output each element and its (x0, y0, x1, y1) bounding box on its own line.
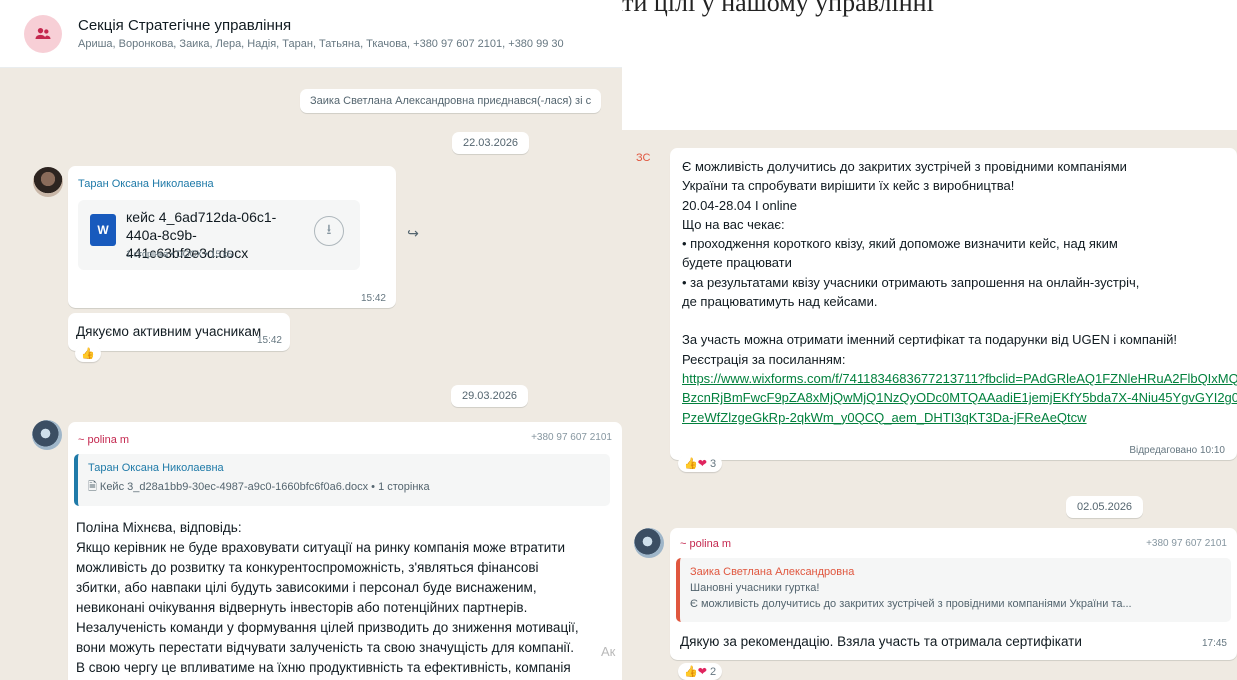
message-time: 15:42 (360, 293, 386, 304)
group-icon (35, 27, 51, 39)
date-separator: 22.03.2026 (452, 132, 530, 154)
quote-author: Заика Светлана Александровна (690, 566, 855, 578)
date-separator: 02.05.2026 (1066, 496, 1144, 518)
chat-members: Ариша, Воронкова, Заика, Лера, Надія, Та… (78, 38, 564, 50)
message-body: Є можливість долучитись до закритих зуст… (682, 157, 1237, 427)
reply-message-bubble: ~ polina m +380 97 607 2101 Заика Светла… (670, 528, 1237, 660)
right-chat-panel: ЗС Є можливість долучитись до закритих з… (622, 130, 1237, 680)
quote-text-line2: Є можливість долучитись до закритих зуст… (690, 598, 1132, 610)
forward-icon[interactable]: ↪ (402, 222, 424, 244)
reaction-badge[interactable]: 👍❤ 2 (678, 663, 723, 680)
quoted-message[interactable]: Таран Оксана Николаевна 🗎 Кейс 3_d28a1bb… (74, 454, 610, 506)
chat-header[interactable]: Секція Стратегічне управління Ариша, Вор… (0, 0, 622, 68)
date-separator: 29.03.2026 (451, 385, 529, 407)
message-text: Дякую за рекомендацію. Взяла участь та о… (680, 634, 1082, 649)
thumbs-up-icon: 👍 (81, 348, 95, 360)
quote-text-line1: Шановні учасники гуртка! (690, 582, 820, 594)
heart-icon: ❤ (697, 666, 707, 678)
heart-icon: ❤ (697, 458, 707, 470)
download-button[interactable]: ⭳ (314, 216, 344, 246)
text-message-bubble: Дякуємо активним учасникам 15:42 (68, 313, 290, 351)
avatar-polina[interactable] (32, 420, 62, 450)
thumbs-up-icon: 👍 (684, 458, 698, 470)
file-meta: 1 сторінка • DOCX • 15 кБ (126, 249, 233, 259)
reaction-badge[interactable]: 👍❤ 3 (678, 455, 723, 472)
reaction-badge[interactable]: 👍 (75, 345, 101, 362)
sender-phone: +380 97 607 2101 (1146, 538, 1227, 549)
quote-author: Таран Оксана Николаевна (88, 462, 224, 474)
message-sender[interactable]: ~ polina m (78, 434, 129, 446)
sender-initials[interactable]: ЗС (636, 152, 650, 164)
reaction-count: 3 (709, 458, 717, 470)
message-text: Дякуємо активним учасникам (76, 324, 262, 339)
registration-link[interactable]: https://www.wixforms.com/f/7411834683677… (682, 369, 1237, 427)
message-body: Поліна Міхнєва, відповідь: Якщо керівник… (76, 520, 579, 675)
chat-title: Секція Стратегічне управління (78, 17, 292, 34)
document-icon: 🗎 (88, 481, 100, 493)
group-avatar[interactable] (24, 14, 62, 53)
file-attachment[interactable]: W кейс 4_6ad712da-06c1-440a-8c9b-441c63b… (78, 200, 360, 270)
reply-message-bubble: ~ polina m +380 97 607 2101 Таран Оксана… (68, 422, 622, 680)
file-message-bubble: Таран Оксана Николаевна W кейс 4_6ad712d… (68, 166, 396, 308)
system-message: Заика Светлана Александровна приєднався(… (300, 89, 602, 113)
message-time: 17:45 (1201, 638, 1227, 649)
download-icon: ⭳ (326, 221, 332, 237)
left-chat-panel: Секція Стратегічне управління Ариша, Вор… (0, 0, 622, 680)
edited-time: Відредаговано 10:10 (1129, 445, 1225, 456)
avatar-taran[interactable] (33, 167, 63, 197)
avatar-polina[interactable] (634, 528, 664, 558)
reaction-count: 2 (709, 666, 717, 678)
message-sender[interactable]: Таран Оксана Николаевна (78, 178, 214, 190)
message-time: 15:42 (256, 335, 282, 346)
message-sender[interactable]: ~ polina m (680, 538, 731, 550)
quote-text: 🗎 Кейс 3_d28a1bb9-30ec-4987-a9c0-1660bfc… (88, 481, 430, 493)
quoted-message[interactable]: Заика Светлана Александровна Шановні уча… (676, 558, 1231, 622)
announcement-bubble: Є можливість долучитись до закритих зуст… (670, 148, 1237, 460)
screenshot-collage: будемо повторювати цілі у нашому управлі… (0, 0, 1237, 680)
sender-phone: +380 97 607 2101 (531, 432, 612, 443)
word-document-icon: W (90, 214, 116, 246)
watermark-text: Ак (601, 644, 616, 659)
thumbs-up-icon: 👍 (684, 666, 698, 678)
